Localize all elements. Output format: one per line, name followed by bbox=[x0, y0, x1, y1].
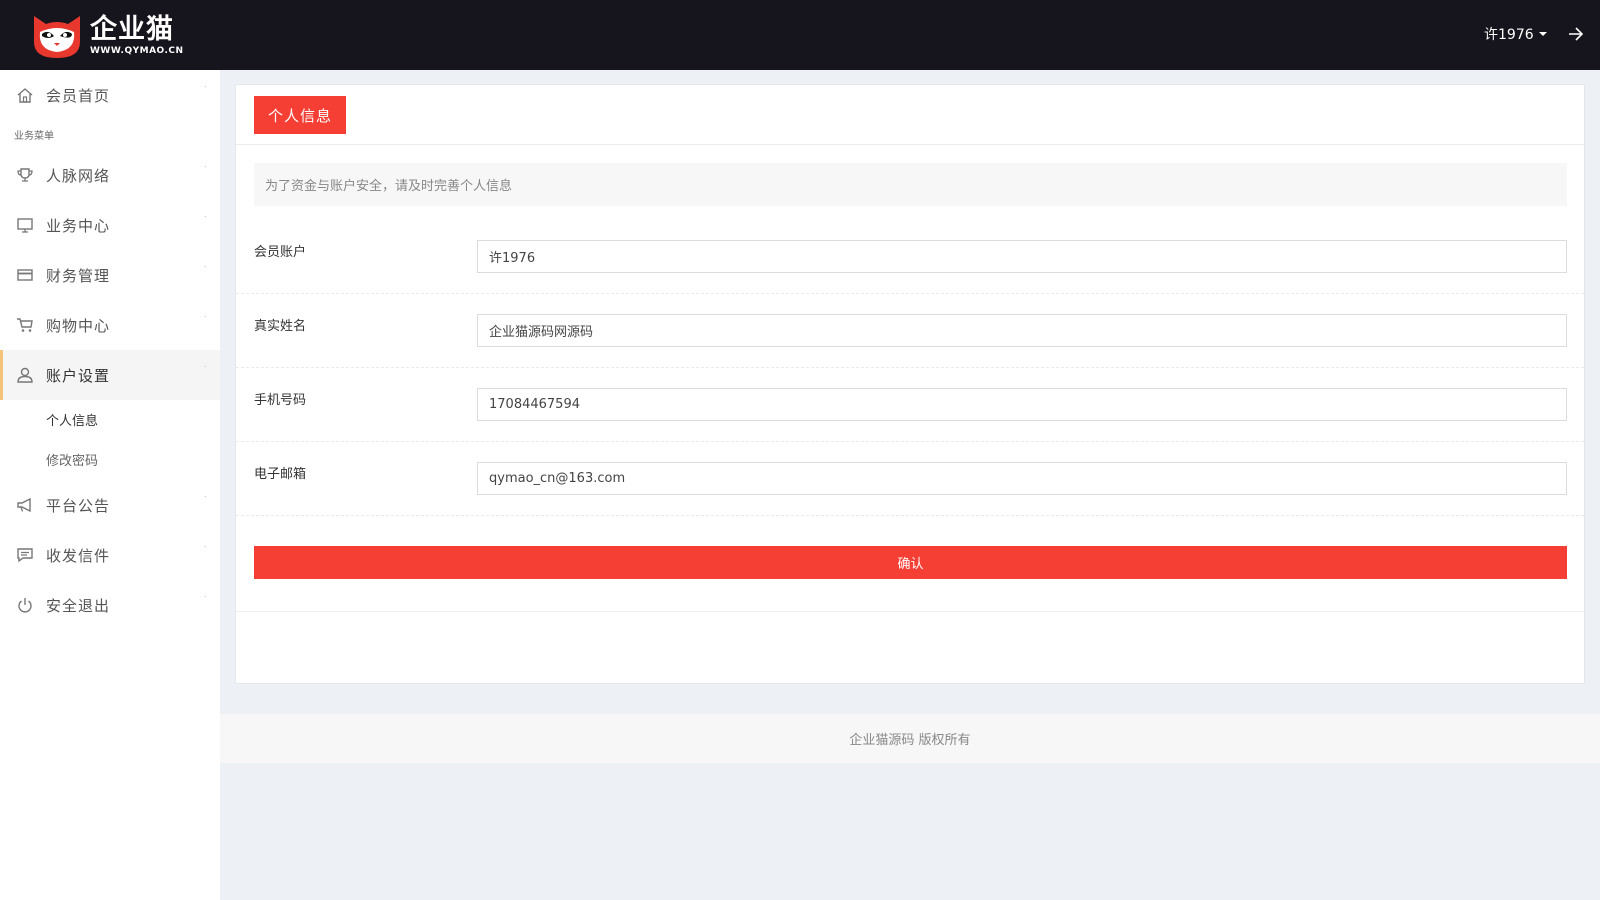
sidebar-item-label: 会员首页 bbox=[46, 86, 111, 105]
sidebar-item-announcements[interactable]: 平台公告 ˙ bbox=[0, 480, 220, 530]
tab-profile[interactable]: 个人信息 bbox=[254, 96, 346, 134]
chevron-icon: ˙ bbox=[203, 86, 208, 96]
power-icon bbox=[18, 598, 32, 613]
chevron-icon: ˙ bbox=[203, 216, 208, 226]
divider bbox=[236, 515, 1584, 516]
arrow-right-icon[interactable] bbox=[1566, 24, 1586, 44]
logo-title: 企业猫 bbox=[90, 14, 174, 45]
user-icon bbox=[17, 367, 33, 383]
username: 许1976 bbox=[1484, 27, 1534, 43]
sidebar-item-label: 人脉网络 bbox=[46, 166, 111, 185]
cat-logo-icon bbox=[34, 16, 80, 58]
real-name-input[interactable] bbox=[477, 314, 1567, 347]
chevron-icon: ˙ bbox=[203, 496, 208, 506]
footer: 企业猫源码 版权所有 bbox=[220, 714, 1600, 763]
sidebar-item-label: 收发信件 bbox=[46, 546, 111, 565]
phone-label: 手机号码 bbox=[254, 393, 307, 408]
phone-input[interactable] bbox=[477, 388, 1567, 421]
section-label: 业务菜单 bbox=[14, 131, 54, 142]
divider bbox=[236, 611, 1584, 612]
sidebar-item-home[interactable]: 会员首页 ˙ bbox=[0, 70, 220, 120]
sidebar-item-network[interactable]: 人脉网络 ˙ bbox=[0, 150, 220, 200]
sidebar: 会员首页 ˙ 业务菜单 人脉网络 ˙ 业务中心 ˙ 财务管理 ˙ 购物中心 ˙ … bbox=[0, 70, 220, 900]
account-input[interactable] bbox=[477, 240, 1567, 273]
sidebar-item-label: 购物中心 bbox=[46, 316, 111, 335]
sidebar-item-label: 账户设置 bbox=[46, 366, 111, 385]
divider bbox=[236, 367, 1584, 368]
monitor-icon bbox=[17, 218, 33, 233]
sidebar-item-business[interactable]: 业务中心 ˙ bbox=[0, 200, 220, 250]
chevron-icon: ˙ bbox=[203, 266, 208, 276]
sidebar-item-logout[interactable]: 安全退出 ˙ bbox=[0, 580, 220, 630]
chevron-icon: ˙ bbox=[203, 166, 208, 176]
divider bbox=[236, 144, 1584, 145]
sidebar-subitem-change-password[interactable]: 修改密码 bbox=[46, 450, 98, 469]
chevron-icon: ˙ bbox=[203, 316, 208, 326]
caret-down-icon bbox=[1538, 32, 1547, 36]
card-icon bbox=[17, 269, 33, 281]
sidebar-item-label: 财务管理 bbox=[46, 266, 111, 285]
logo[interactable]: 企业猫 WWW.QYMAO.CN bbox=[30, 12, 184, 60]
divider bbox=[236, 293, 1584, 294]
sidebar-item-account-settings[interactable]: 账户设置 ˙ bbox=[0, 350, 220, 400]
message-icon bbox=[17, 548, 33, 563]
top-header: 企业猫 WWW.QYMAO.CN 许1976 bbox=[0, 0, 1600, 70]
home-icon bbox=[17, 88, 33, 103]
confirm-button[interactable]: 确认 bbox=[254, 546, 1567, 579]
sidebar-item-shopping[interactable]: 购物中心 ˙ bbox=[0, 300, 220, 350]
user-dropdown[interactable]: 许1976 bbox=[1484, 24, 1547, 44]
megaphone-icon bbox=[17, 497, 31, 513]
sidebar-item-label: 平台公告 bbox=[46, 496, 111, 515]
trophy-icon bbox=[17, 168, 33, 182]
cart-icon bbox=[17, 318, 33, 332]
profile-panel: 个人信息 为了资金与账户安全，请及时完善个人信息 会员账户 真实姓名 手机号码 … bbox=[235, 84, 1585, 684]
email-label: 电子邮箱 bbox=[254, 467, 307, 482]
email-input[interactable] bbox=[477, 462, 1567, 495]
account-label: 会员账户 bbox=[254, 245, 307, 260]
real-name-label: 真实姓名 bbox=[254, 319, 307, 334]
chevron-icon: ˙ bbox=[203, 366, 208, 376]
chevron-icon: ˙ bbox=[203, 596, 208, 606]
security-notice: 为了资金与账户安全，请及时完善个人信息 bbox=[254, 163, 1567, 206]
logo-url: WWW.QYMAO.CN bbox=[90, 46, 184, 56]
sidebar-subitem-profile[interactable]: 个人信息 bbox=[46, 410, 98, 429]
divider bbox=[236, 441, 1584, 442]
sidebar-item-messages[interactable]: 收发信件 ˙ bbox=[0, 530, 220, 580]
sidebar-item-finance[interactable]: 财务管理 ˙ bbox=[0, 250, 220, 300]
sidebar-item-label: 安全退出 bbox=[46, 596, 111, 615]
copyright-text: 企业猫源码 版权所有 bbox=[849, 733, 971, 748]
sidebar-item-label: 业务中心 bbox=[46, 216, 111, 235]
chevron-icon: ˙ bbox=[203, 546, 208, 556]
